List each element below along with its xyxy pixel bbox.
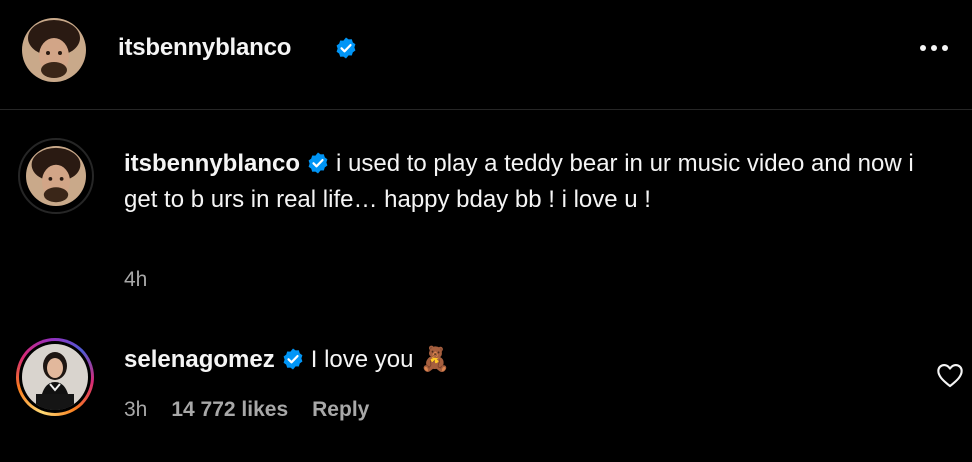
comment-avatar-container — [19, 341, 91, 413]
comment-avatar-ring[interactable] — [18, 138, 94, 214]
avatar-image — [22, 18, 86, 82]
like-count[interactable]: 14 772 likes — [171, 398, 288, 422]
comment-username[interactable]: selenagomez — [124, 346, 275, 373]
comment-avatar[interactable] — [22, 344, 88, 410]
comment-item: selenagomez I love you 🧸 3h 14 772 likes… — [0, 332, 972, 432]
avatar-image — [22, 344, 88, 410]
profile-avatar[interactable] — [22, 18, 86, 82]
comment-avatar[interactable] — [26, 146, 86, 206]
post-header: itsbennyblanco — [0, 0, 972, 110]
comment-text: I love you 🧸 — [310, 346, 451, 373]
more-dot — [931, 45, 937, 51]
verified-badge-icon — [308, 152, 328, 174]
comment-body: selenagomez I love you 🧸 — [124, 342, 944, 378]
story-ring[interactable] — [16, 338, 94, 416]
comment-meta: 3h 14 772 likes Reply — [124, 398, 369, 422]
comment-item: itsbennyblanco i used to play a teddy be… — [0, 138, 972, 308]
comment-meta: 4h — [124, 268, 147, 292]
comment-timestamp[interactable]: 4h — [124, 268, 147, 292]
avatar-image — [26, 146, 86, 206]
more-options-icon[interactable] — [914, 36, 954, 60]
heart-outline-icon[interactable] — [936, 362, 964, 388]
comment-body: itsbennyblanco i used to play a teddy be… — [124, 146, 944, 218]
comment-username[interactable]: itsbennyblanco — [124, 150, 300, 177]
header-username[interactable]: itsbennyblanco — [118, 34, 291, 62]
comment-timestamp[interactable]: 3h — [124, 398, 147, 422]
verified-badge-icon — [283, 348, 303, 370]
more-dot — [942, 45, 948, 51]
more-dot — [920, 45, 926, 51]
reply-button[interactable]: Reply — [312, 398, 369, 422]
verified-badge-icon — [336, 37, 356, 59]
